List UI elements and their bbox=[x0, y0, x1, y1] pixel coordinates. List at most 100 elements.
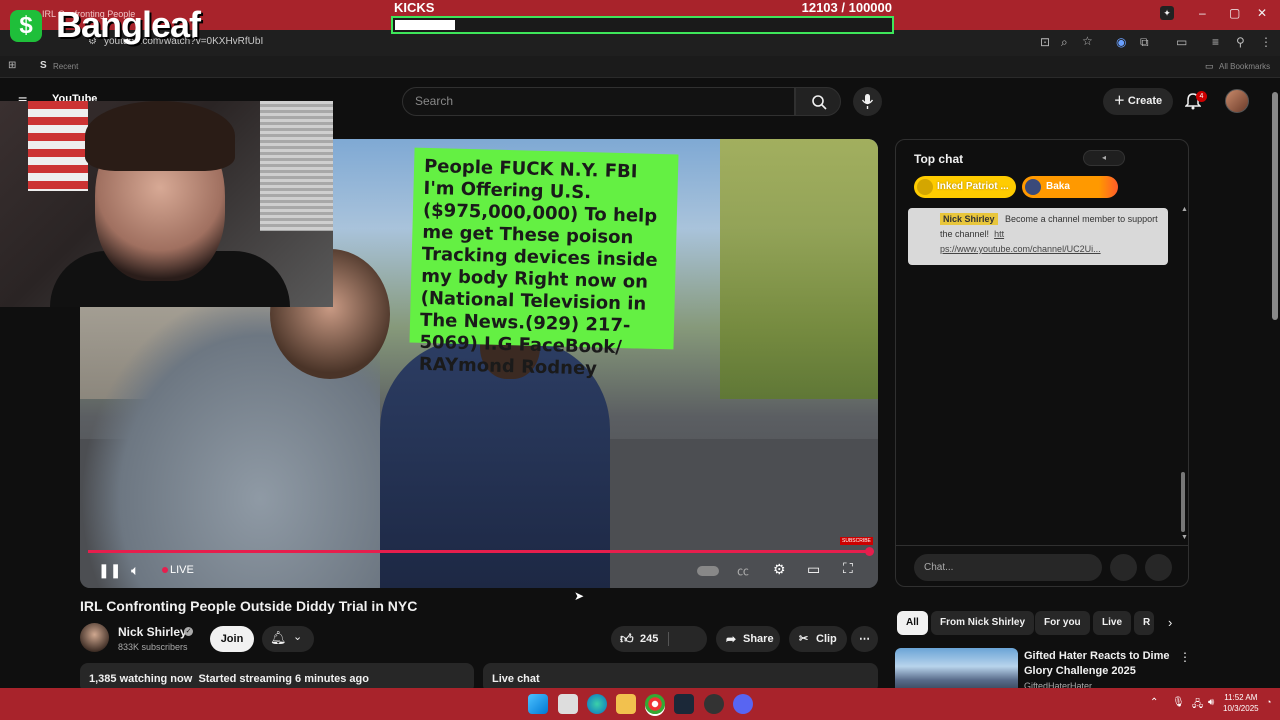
autoplay-toggle[interactable] bbox=[697, 566, 719, 576]
webcam-flag bbox=[28, 101, 88, 191]
chip-avatar bbox=[917, 179, 933, 195]
channel-avatar[interactable] bbox=[80, 623, 109, 652]
captions-icon[interactable]: ㏄ bbox=[737, 562, 749, 579]
tray-mic-icon[interactable]: 🎙︎ bbox=[1172, 697, 1185, 708]
page-scrollbar-thumb[interactable] bbox=[1272, 92, 1278, 320]
chip-for-you[interactable]: For you bbox=[1035, 611, 1090, 635]
voice-search-button[interactable] bbox=[853, 87, 882, 116]
chip-avatar bbox=[1025, 179, 1041, 195]
tray-network-icon[interactable]: 🖧︎ bbox=[1192, 697, 1203, 714]
subscriber-count: 833K subscribers bbox=[118, 642, 188, 652]
chevron-right-icon[interactable]: › bbox=[1168, 615, 1172, 630]
task-view-icon[interactable] bbox=[558, 694, 578, 714]
close-window-icon[interactable]: ✕ bbox=[1257, 6, 1267, 20]
create-label: Create bbox=[1127, 95, 1163, 107]
puzzle-icon[interactable]: ⧉ bbox=[1140, 35, 1149, 50]
live-indicator-dot bbox=[162, 567, 168, 573]
chip-from-channel[interactable]: From Nick Shirley bbox=[931, 611, 1035, 635]
discord-icon[interactable] bbox=[733, 694, 753, 714]
install-app-icon[interactable]: ⊡ bbox=[1040, 35, 1050, 49]
stream-started: Started streaming 6 minutes ago bbox=[198, 673, 369, 685]
notification-center-icon[interactable]: ◔ bbox=[1266, 697, 1271, 707]
recommendation-title[interactable]: Gifted Hater Reacts to Dime Glory Challe… bbox=[1024, 649, 1174, 679]
create-button[interactable]: ＋ Create bbox=[1103, 88, 1173, 115]
superchat-chip-inked-patriot[interactable]: Inked Patriot ... bbox=[914, 176, 1016, 198]
scroll-down-icon[interactable]: ▼ bbox=[1181, 534, 1188, 541]
search-input[interactable]: Search bbox=[402, 87, 795, 116]
kebab-menu-icon[interactable]: ⋮ bbox=[1260, 35, 1272, 49]
recommendation-menu-icon[interactable]: ⋮ bbox=[1179, 650, 1191, 664]
split-view-icon[interactable]: ▭ bbox=[1176, 35, 1187, 49]
bookmark-recent[interactable]: Recent bbox=[53, 62, 78, 71]
file-explorer-icon[interactable] bbox=[616, 694, 636, 714]
steam-icon[interactable] bbox=[674, 694, 694, 714]
zoom-icon[interactable]: ⌕ bbox=[1061, 35, 1068, 50]
webcam-window-blinds bbox=[260, 101, 333, 231]
like-count[interactable]: 245 bbox=[640, 626, 658, 652]
theater-mode-icon[interactable]: ▭ bbox=[807, 561, 820, 578]
obs-icon[interactable] bbox=[704, 694, 724, 714]
microphone-icon bbox=[861, 94, 874, 109]
chip-all[interactable]: All bbox=[897, 611, 928, 635]
bookmarks-bar bbox=[0, 56, 1280, 78]
pinned-link-part1[interactable]: htt bbox=[994, 229, 1004, 239]
video-background-trees bbox=[720, 139, 878, 399]
video-title: IRL Confronting People Outside Diddy Tri… bbox=[80, 598, 418, 614]
live-label[interactable]: LIVE bbox=[170, 564, 194, 576]
thumbs-up-icon[interactable]: 👍︎ bbox=[620, 626, 634, 652]
menu-lines-icon[interactable]: ≡ bbox=[1212, 35, 1219, 49]
chat-title[interactable]: Top chat bbox=[914, 152, 963, 166]
edge-browser-icon[interactable] bbox=[587, 694, 607, 714]
chip1-label: Inked Patriot ... bbox=[937, 181, 1009, 192]
tray-clock[interactable]: 11:52 AM 10/3/2025 bbox=[1223, 692, 1259, 714]
volume-icon[interactable]: 🔈︎ bbox=[131, 562, 139, 579]
account-avatar[interactable] bbox=[1225, 89, 1249, 113]
notification-count-badge: 4 bbox=[1196, 91, 1207, 102]
search-button[interactable] bbox=[795, 87, 841, 116]
tray-volume-icon[interactable]: 🔊︎ bbox=[1208, 697, 1214, 708]
chat-mode-toggle[interactable]: ◂ bbox=[1083, 150, 1125, 166]
pause-icon[interactable]: ❚❚ bbox=[98, 562, 121, 579]
extension-icon[interactable]: ◉ bbox=[1116, 35, 1126, 49]
profile-menu-icon[interactable]: ⚲ bbox=[1236, 35, 1245, 49]
send-button[interactable] bbox=[1145, 554, 1172, 581]
chevron-down-icon: ⌄ bbox=[293, 631, 303, 643]
more-actions-icon[interactable]: ⋯ bbox=[851, 626, 878, 652]
tray-chevron-icon[interactable]: ⌃ bbox=[1150, 697, 1158, 708]
minimize-icon[interactable]: – bbox=[1199, 6, 1206, 20]
pinned-author[interactable]: Nick Shirley bbox=[940, 213, 998, 225]
subscribed-bell-button[interactable]: 🔔︎ ⌄ bbox=[262, 626, 314, 652]
settings-gear-icon[interactable]: ⚙ bbox=[773, 561, 786, 578]
chat-scrollbar-thumb[interactable] bbox=[1181, 472, 1185, 532]
pinned-link-part2[interactable]: ps://www.youtube.com/channel/UC2Ui... bbox=[940, 244, 1101, 254]
superchat-chip-baka[interactable]: Baka bbox=[1022, 176, 1118, 198]
clip-label: Clip bbox=[816, 633, 837, 645]
progress-scrubber[interactable] bbox=[865, 547, 874, 556]
extensions-icon[interactable]: ✦ bbox=[1160, 6, 1174, 20]
protest-sign: People FUCK N.Y. FBI I'm Offering U.S.($… bbox=[409, 147, 679, 379]
bell-icon: 🔔︎ bbox=[270, 630, 287, 645]
apps-grid-icon[interactable]: ⊞ bbox=[8, 60, 16, 71]
chip-truncated[interactable]: R bbox=[1134, 611, 1154, 635]
start-menu-icon[interactable] bbox=[528, 694, 548, 714]
channel-name[interactable]: Nick Shirley bbox=[118, 625, 187, 639]
kicks-label: KICKS bbox=[394, 0, 435, 15]
like-divider bbox=[668, 632, 669, 646]
maximize-icon[interactable]: ▢ bbox=[1229, 6, 1240, 20]
watching-count: 1,385 watching now bbox=[89, 673, 193, 685]
pinned-message[interactable]: Nick Shirley Become a channel member to … bbox=[908, 208, 1168, 265]
bookmark-all[interactable]: All Bookmarks bbox=[1219, 62, 1270, 71]
chrome-browser-icon[interactable] bbox=[645, 694, 665, 714]
join-button[interactable]: Join bbox=[210, 626, 254, 652]
fullscreen-icon[interactable]: ⛶ bbox=[843, 560, 853, 577]
emoji-button[interactable] bbox=[1110, 554, 1137, 581]
chat-input[interactable]: Chat... bbox=[914, 554, 1102, 581]
clip-button[interactable]: ✂ Clip bbox=[789, 626, 847, 652]
progress-bar[interactable] bbox=[88, 550, 870, 553]
share-button[interactable]: ➦ Share bbox=[716, 626, 780, 652]
scroll-up-icon[interactable]: ▲ bbox=[1181, 206, 1188, 213]
tray-time: 11:52 AM bbox=[1224, 693, 1258, 702]
chip-live[interactable]: Live bbox=[1093, 611, 1132, 635]
bookmark-star-icon[interactable]: ☆ bbox=[1082, 34, 1093, 48]
subscribe-watermark[interactable]: SUBSCRIBE bbox=[840, 537, 873, 545]
